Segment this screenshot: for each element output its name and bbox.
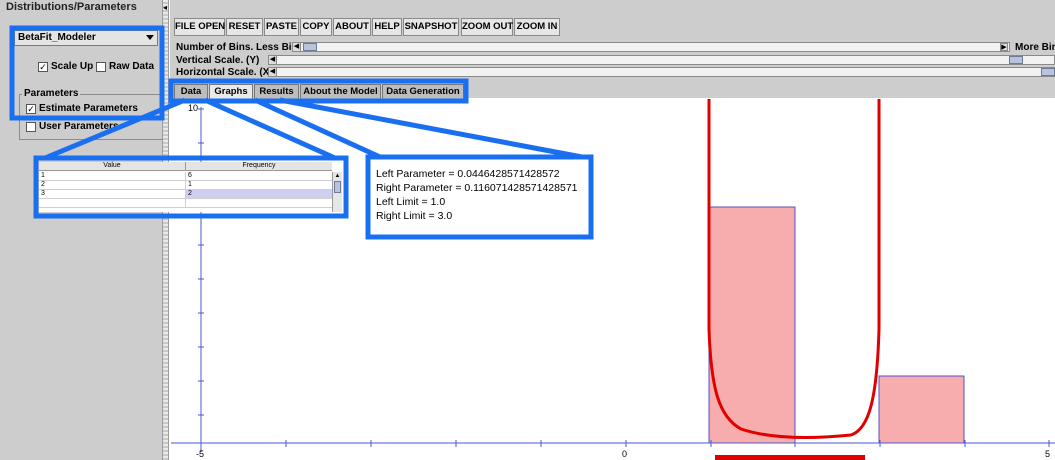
annotation-overlay bbox=[9, 25, 594, 240]
